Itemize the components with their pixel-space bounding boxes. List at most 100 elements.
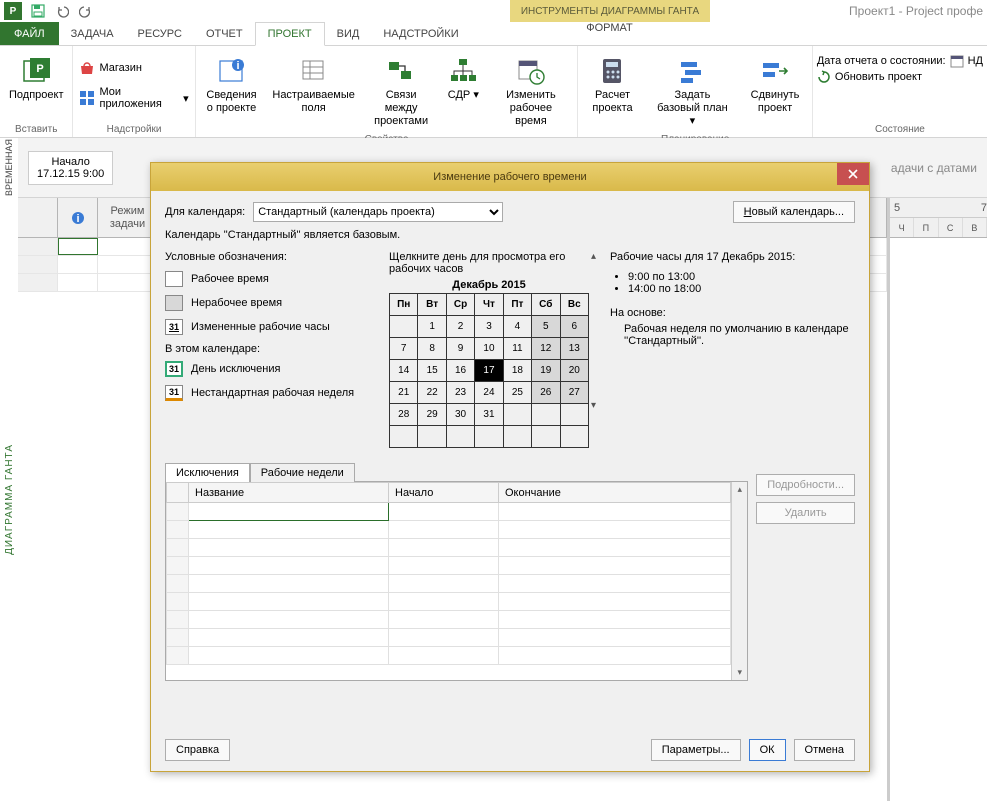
exceptions-table[interactable]: Название Начало Окончание	[166, 482, 731, 680]
calendar-day[interactable]: 19	[532, 360, 560, 382]
table-row[interactable]	[167, 593, 731, 611]
table-row[interactable]	[167, 647, 731, 665]
calendar-day[interactable]: 1	[418, 316, 446, 338]
tab-work-weeks[interactable]: Рабочие недели	[250, 463, 355, 482]
tab-report[interactable]: ОТЧЕТ	[194, 22, 255, 45]
col-indicators[interactable]: i	[58, 198, 98, 237]
calendar-day[interactable]: 5	[532, 316, 560, 338]
table-row[interactable]	[167, 557, 731, 575]
timeline-start[interactable]: Начало 17.12.15 9:00	[28, 151, 113, 185]
calendar-day[interactable]	[503, 404, 531, 426]
calendar-day[interactable]: 29	[418, 404, 446, 426]
tab-task[interactable]: ЗАДАЧА	[59, 22, 126, 45]
tab-file[interactable]: ФАЙЛ	[0, 22, 59, 45]
table-row[interactable]	[167, 539, 731, 557]
calendar-day[interactable]: 16	[446, 360, 474, 382]
calendar-day[interactable]: 8	[418, 338, 446, 360]
tab-format[interactable]: ФОРМАТ	[572, 22, 647, 34]
calendar-day[interactable]: 12	[532, 338, 560, 360]
calendar-day[interactable]: 18	[503, 360, 531, 382]
titlebar: P ИНСТРУМЕНТЫ ДИАГРАММЫ ГАНТА Проект1 - …	[0, 0, 987, 22]
calendar-day[interactable]	[418, 426, 446, 448]
custom-fields-button[interactable]: Настраиваемые поля	[267, 52, 360, 118]
project-info-button[interactable]: i Сведения о проекте	[200, 52, 264, 118]
calendar-day[interactable]	[390, 426, 418, 448]
tab-view[interactable]: ВИД	[325, 22, 372, 45]
calendar-select[interactable]: Стандартный (календарь проекта)	[253, 202, 503, 222]
move-project-button[interactable]: Сдвинуть проект	[742, 52, 808, 118]
update-project-button[interactable]: Обновить проект	[817, 70, 922, 84]
help-button[interactable]: Справка	[165, 739, 230, 761]
table-row[interactable]	[167, 611, 731, 629]
calendar-day[interactable]: 22	[418, 382, 446, 404]
details-button[interactable]: Подробности...	[756, 474, 855, 496]
undo-icon[interactable]	[54, 3, 70, 19]
gantt-chart[interactable]: 57 ЧПСВ	[887, 198, 987, 801]
redo-icon[interactable]	[78, 3, 94, 19]
calendar-day[interactable]: 23	[446, 382, 474, 404]
calendar-day[interactable]: 13	[560, 338, 588, 360]
calendar-day[interactable]: 9	[446, 338, 474, 360]
calendar-day[interactable]	[446, 426, 474, 448]
calendar-day[interactable]: 17	[475, 360, 503, 382]
baseline-button[interactable]: Задать базовый план▾	[647, 52, 739, 132]
subproject-icon: P	[20, 55, 52, 87]
calendar-day[interactable]	[475, 426, 503, 448]
table-row[interactable]	[167, 521, 731, 539]
calendar-day[interactable]: 6	[560, 316, 588, 338]
col-task-mode[interactable]: Режимзадачи	[98, 198, 158, 237]
store-button[interactable]: Магазин	[77, 58, 143, 78]
calendar-day[interactable]: 28	[390, 404, 418, 426]
calendar-day[interactable]	[532, 404, 560, 426]
cal-prev-month[interactable]: ▴	[591, 251, 596, 262]
tab-resource[interactable]: РЕСУРС	[126, 22, 194, 45]
calendar-day[interactable]	[560, 426, 588, 448]
calendar-day[interactable]: 25	[503, 382, 531, 404]
table-row[interactable]	[167, 629, 731, 647]
calendar-day[interactable]: 4	[503, 316, 531, 338]
calendar-day[interactable]	[503, 426, 531, 448]
calendar-day[interactable]: 14	[390, 360, 418, 382]
delete-button[interactable]: Удалить	[756, 502, 855, 524]
cancel-button[interactable]: Отмена	[794, 739, 855, 761]
calendar-day[interactable]: 10	[475, 338, 503, 360]
tab-addins[interactable]: НАДСТРОЙКИ	[371, 22, 470, 45]
calendar-day[interactable]	[560, 404, 588, 426]
wbs-button[interactable]: СДР ▾	[442, 52, 484, 105]
close-button[interactable]	[837, 163, 869, 185]
save-icon[interactable]	[30, 3, 46, 19]
cal-next-month[interactable]: ▾	[591, 400, 596, 411]
myapps-button[interactable]: Мои приложения ▾	[77, 84, 190, 112]
calendar-day[interactable]: 21	[390, 382, 418, 404]
calendar-day[interactable]: 20	[560, 360, 588, 382]
links-button[interactable]: Связи между проектами	[364, 52, 438, 132]
calendar-day[interactable]: 27	[560, 382, 588, 404]
calendar-day[interactable]: 11	[503, 338, 531, 360]
subproject-button[interactable]: P Подпроект	[4, 52, 68, 105]
calendar-day[interactable]: 7	[390, 338, 418, 360]
svg-text:i: i	[236, 60, 239, 72]
table-row[interactable]	[167, 503, 731, 521]
calendar-day[interactable]: 24	[475, 382, 503, 404]
calendar-day[interactable]	[532, 426, 560, 448]
calendar[interactable]: Щелкните день для просмотра его рабочих …	[389, 251, 589, 448]
calendar-day[interactable]: 30	[446, 404, 474, 426]
new-calendar-button[interactable]: Новый календарь...	[733, 201, 855, 223]
status-date-row[interactable]: Дата отчета о состоянии: НД	[817, 54, 983, 68]
calendar-day[interactable]: 3	[475, 316, 503, 338]
tab-project[interactable]: ПРОЕКТ	[255, 22, 325, 46]
tab-exceptions[interactable]: Исключения	[165, 463, 250, 482]
table-row[interactable]	[167, 575, 731, 593]
ribbon-tabs: ФАЙЛ ЗАДАЧА РЕСУРС ОТЧЕТ ПРОЕКТ ВИД НАДС…	[0, 22, 987, 46]
change-working-time-button[interactable]: Изменить рабочее время	[488, 52, 573, 132]
myapps-label: Мои приложения	[99, 86, 179, 110]
calendar-day[interactable]: 15	[418, 360, 446, 382]
calculate-button[interactable]: Расчет проекта	[582, 52, 642, 118]
calendar-day[interactable]: 2	[446, 316, 474, 338]
options-button[interactable]: Параметры...	[651, 739, 741, 761]
calendar-day[interactable]	[390, 316, 418, 338]
scrollbar[interactable]: ▴▾	[731, 482, 747, 680]
calendar-day[interactable]: 31	[475, 404, 503, 426]
ok-button[interactable]: ОК	[749, 739, 786, 761]
calendar-day[interactable]: 26	[532, 382, 560, 404]
